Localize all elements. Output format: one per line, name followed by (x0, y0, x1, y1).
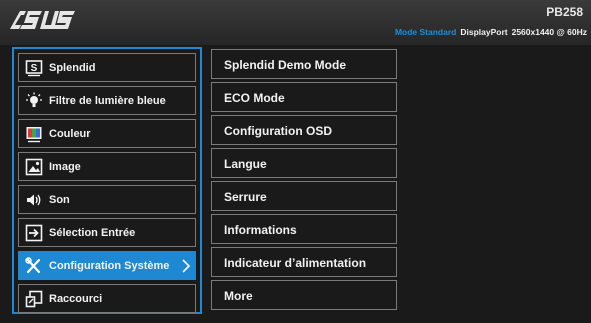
submenu-item-key-lock[interactable]: Serrure (211, 181, 397, 211)
submenu-item-osd-setup[interactable]: Configuration OSD (211, 115, 397, 145)
menu-item-blue-light-filter[interactable]: Filtre de lumière bleue (18, 86, 196, 115)
submenu-item-more[interactable]: More (211, 280, 397, 310)
menu-item-shortcut[interactable]: Raccourci (18, 284, 196, 313)
osd-menu: PB258 Mode Standard DisplayPort 2560x1440 … (0, 0, 591, 323)
menu-item-label: Couleur (49, 128, 91, 140)
submenu-item-label: ECO Mode (224, 91, 285, 105)
menu-item-label: Splendid (49, 62, 96, 74)
menu-item-sound[interactable]: Son (18, 185, 196, 214)
input-select-icon (25, 224, 43, 242)
menu-item-color[interactable]: Couleur (18, 119, 196, 148)
menu-item-label: Son (49, 194, 70, 206)
menu-item-label: Raccourci (49, 293, 103, 305)
submenu-item-splendid-demo-mode[interactable]: Splendid Demo Mode (211, 49, 397, 79)
submenu-item-label: Informations (224, 223, 297, 237)
menu-item-label: Configuration Système (49, 260, 170, 272)
submenu-item-label: Splendid Demo Mode (224, 58, 347, 72)
submenu-item-label: More (224, 289, 253, 303)
blue-light-bulb-icon (26, 92, 42, 107)
status-mode: Mode Standard (394, 27, 457, 37)
asus-logo (10, 11, 75, 29)
input-status: Mode Standard DisplayPort 2560x1440 @ 60Hz (395, 27, 587, 37)
submenu-item-eco-mode[interactable]: ECO Mode (211, 82, 397, 112)
model-name: PB258 (546, 5, 583, 19)
menu-item-image[interactable]: Image (18, 152, 196, 181)
svg-text:S: S (31, 63, 38, 74)
status-port: DisplayPort (460, 27, 508, 37)
shortcut-icon (25, 290, 43, 308)
wrench-screwdriver-icon (25, 257, 41, 274)
menu-item-system-setup[interactable]: Configuration Système (18, 251, 196, 280)
submenu-item-information[interactable]: Informations (211, 214, 397, 244)
splendid-s-icon: S (25, 60, 43, 77)
submenu-item-label: Langue (224, 157, 267, 171)
status-resolution: 2560x1440 @ 60Hz (511, 27, 587, 37)
submenu-item-label: Configuration OSD (224, 124, 332, 138)
speaker-icon (27, 194, 41, 206)
osd-header: PB258 Mode Standard DisplayPort 2560x1440 … (0, 0, 591, 45)
menu-item-splendid[interactable]: S Splendid (18, 53, 196, 82)
submenu-item-label: Serrure (224, 190, 267, 204)
main-menu: S Splendid Filtre de lumière bleue Coule… (12, 47, 202, 314)
submenu-item-label: Indicateur d’alimentation (224, 256, 367, 270)
submenu-item-language[interactable]: Langue (211, 148, 397, 178)
menu-item-label: Sélection Entrée (49, 227, 136, 239)
chevron-right-icon (182, 259, 191, 273)
sub-menu: Splendid Demo Mode ECO Mode Configuratio… (211, 47, 399, 314)
image-icon (25, 158, 43, 176)
menu-item-label: Filtre de lumière bleue (49, 95, 166, 107)
menu-item-input-select[interactable]: Sélection Entrée (18, 218, 196, 247)
menu-item-label: Image (49, 161, 81, 173)
submenu-item-power-indicator[interactable]: Indicateur d’alimentation (211, 247, 397, 277)
color-palette-icon (26, 127, 42, 143)
